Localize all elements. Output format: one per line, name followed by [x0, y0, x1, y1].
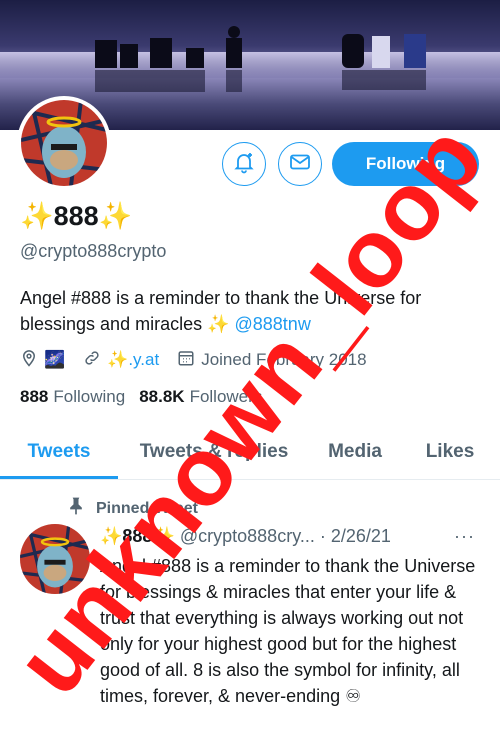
mail-icon	[288, 150, 312, 179]
following-label: Following	[53, 387, 126, 406]
active-tab-indicator	[0, 476, 118, 479]
notification-bell-icon	[232, 150, 256, 179]
profile-stats: 888 Following 88.8K Followers	[20, 387, 276, 407]
bio-text: Angel #888 is a reminder to thank the Un…	[20, 288, 422, 334]
tweet-header: ✨888✨ @crypto888cry... · 2/26/21	[100, 526, 490, 547]
profile-joined: Joined February 2018	[177, 349, 367, 372]
calendar-icon	[177, 349, 201, 372]
tab-likes[interactable]: Likes	[400, 425, 500, 479]
website-link[interactable]: ✨.y.at	[107, 350, 159, 370]
following-stat[interactable]: 888 Following	[20, 387, 125, 407]
profile-meta: 🌌 ✨.y.at Joined February 2018	[20, 347, 385, 373]
bio-mention-link[interactable]: @888tnw	[235, 314, 311, 334]
profile-tabs: Tweets Tweets & replies Media Likes	[0, 425, 500, 480]
profile-location: 🌌	[20, 349, 65, 372]
profile-avatar-border	[17, 96, 111, 190]
location-text: 🌌	[44, 350, 66, 369]
profile-handle: @crypto888crypto	[20, 241, 167, 261]
tab-media[interactable]: Media	[310, 425, 400, 479]
following-count: 888	[20, 387, 49, 406]
notification-bell-button[interactable]	[222, 142, 266, 186]
followers-label: Followers	[189, 387, 263, 406]
location-icon	[20, 349, 44, 372]
profile-bio: Angel #888 is a reminder to thank the Un…	[20, 285, 480, 337]
profile-display-name: ✨888✨	[20, 201, 133, 231]
pinned-tweet-label: Pinned Tweet	[66, 496, 198, 521]
tweet-more-options[interactable]: ···	[454, 526, 475, 547]
followers-count: 88.8K	[139, 387, 185, 406]
pin-icon	[66, 496, 96, 521]
following-button[interactable]: Following	[332, 142, 479, 186]
joined-text: Joined February 2018	[201, 350, 367, 369]
link-icon	[83, 349, 107, 372]
tab-tweets-and-replies[interactable]: Tweets & replies	[118, 425, 310, 479]
avatar[interactable]	[21, 100, 107, 186]
tweet-avatar[interactable]	[20, 524, 90, 594]
tweet-author-handle[interactable]: @crypto888cry...	[180, 526, 315, 546]
message-button[interactable]	[278, 142, 322, 186]
tweet-text: Angel #888 is a reminder to thank the Un…	[100, 556, 476, 706]
tab-tweets[interactable]: Tweets	[0, 425, 118, 479]
followers-stat[interactable]: 88.8K Followers	[139, 387, 262, 407]
tweet-date[interactable]: · 2/26/21	[320, 526, 391, 546]
tweet-author-name[interactable]: ✨888✨	[100, 526, 175, 546]
pinned-text: Pinned Tweet	[96, 499, 198, 517]
profile-website[interactable]: ✨.y.at	[83, 349, 159, 372]
